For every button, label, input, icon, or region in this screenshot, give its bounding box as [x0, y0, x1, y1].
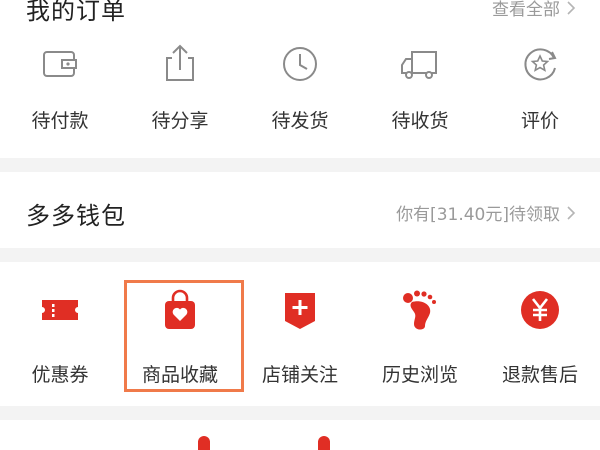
order-pending-receipt[interactable]: 待收货 [360, 42, 480, 133]
tools-row: 优惠券 商品收藏 店铺关注 历史浏览 退款售后 [0, 288, 600, 387]
order-pending-shipment[interactable]: 待发货 [240, 42, 360, 133]
tool-item-label: 商品收藏 [141, 364, 218, 386]
wallet-title: 多多钱包 [26, 202, 126, 230]
tool-item-label: 优惠券 [31, 364, 89, 386]
favorite-bag-icon [158, 288, 202, 332]
order-item-label: 待收货 [391, 110, 449, 132]
store-follow-icon [278, 288, 322, 332]
wallet-icon [38, 42, 82, 86]
orders-title: 我的订单 [26, 0, 126, 25]
chevron-right-icon [567, 0, 576, 15]
tool-store-follow[interactable]: 店铺关注 [240, 288, 360, 387]
tool-item-label: 店铺关注 [261, 364, 338, 386]
view-all-orders-link[interactable]: 查看全部 [492, 0, 576, 20]
tool-favorites[interactable]: 商品收藏 [120, 288, 240, 387]
partial-icon [318, 436, 330, 450]
tools-section: 优惠券 商品收藏 店铺关注 历史浏览 退款售后 [0, 262, 600, 406]
orders-section: 我的订单 查看全部 待付款 待分享 待发货 待收货 评价 [0, 0, 600, 158]
next-section [0, 420, 600, 450]
order-review[interactable]: 评价 [480, 42, 600, 133]
truck-icon [398, 42, 442, 86]
chevron-right-icon [567, 205, 576, 220]
order-pending-payment[interactable]: 待付款 [0, 42, 120, 133]
order-pending-share[interactable]: 待分享 [120, 42, 240, 133]
footprint-icon [398, 288, 442, 332]
coupon-icon [38, 288, 82, 332]
view-all-label: 查看全部 [492, 0, 560, 20]
tool-browsing-history[interactable]: 历史浏览 [360, 288, 480, 387]
wallet-claim-link[interactable]: 你有[31.40元]待领取 [396, 200, 576, 225]
refund-icon [518, 288, 562, 332]
wallet-section[interactable]: 多多钱包 你有[31.40元]待领取 [0, 172, 600, 248]
order-item-label: 待发货 [271, 110, 329, 132]
tool-refund-aftersale[interactable]: 退款售后 [480, 288, 600, 387]
share-icon [158, 42, 202, 86]
wallet-note: 你有[31.40元]待领取 [396, 205, 560, 225]
partial-icon [198, 436, 210, 450]
tool-item-label: 历史浏览 [381, 364, 458, 386]
order-item-label: 评价 [520, 110, 559, 132]
tool-coupons[interactable]: 优惠券 [0, 288, 120, 387]
clock-icon [278, 42, 322, 86]
order-item-label: 待付款 [31, 110, 89, 132]
tool-item-label: 退款售后 [501, 364, 578, 386]
order-item-label: 待分享 [151, 110, 209, 132]
review-icon [518, 42, 562, 86]
orders-row: 待付款 待分享 待发货 待收货 评价 [0, 42, 600, 133]
